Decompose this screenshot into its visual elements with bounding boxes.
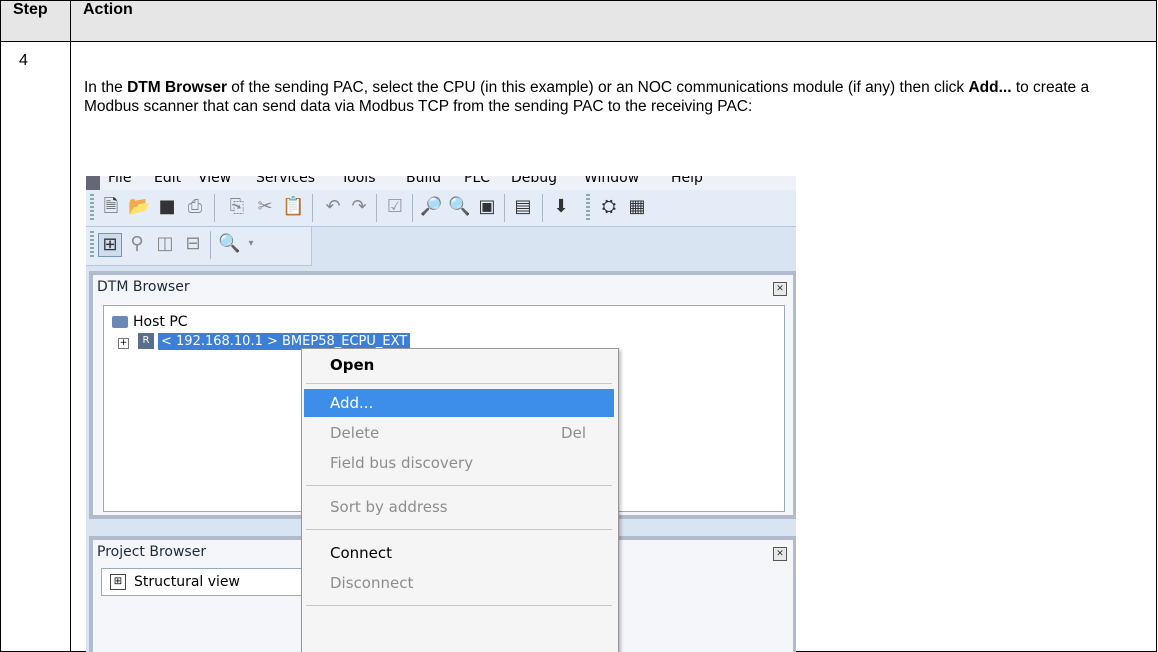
zoom-icon[interactable]: 🔍	[218, 233, 240, 255]
tree-item-host-pc[interactable]: Host PC	[112, 314, 188, 330]
delete-shortcut: Del	[561, 424, 586, 442]
menu-view[interactable]: View	[198, 176, 231, 186]
menu-item-disconnect[interactable]: Disconnect	[304, 569, 614, 597]
structural-view-icon[interactable]: ⊞	[98, 233, 122, 257]
context-menu: Open Add... Delete Del Field bus discover…	[301, 348, 619, 652]
library-icon[interactable]: ⛭	[598, 196, 620, 218]
toolbar-separator	[542, 194, 543, 222]
cpu-icon: R	[138, 333, 154, 349]
validate-icon[interactable]: ☑	[384, 196, 406, 218]
toolbar-separator	[504, 194, 505, 222]
screen-icon[interactable]: ▤	[512, 196, 534, 218]
menu-item-field-bus-discovery[interactable]: Field bus discovery	[304, 449, 614, 477]
transfer-icon[interactable]: ⬇	[550, 196, 572, 218]
app-icon	[86, 176, 100, 190]
redo-icon[interactable]: ↷	[348, 196, 370, 218]
zoom-dropdown-icon[interactable]: ▾	[240, 233, 262, 255]
menu-help[interactable]: Help	[671, 176, 703, 186]
action-column-header: Action	[70, 0, 1157, 42]
close-icon[interactable]: ✕	[773, 547, 787, 561]
menu-item-open[interactable]: Open	[304, 351, 614, 379]
procedure-table: Step Action 4 In the DTM Browser of the …	[0, 0, 1157, 652]
dtm-browser-title: DTM Browser	[97, 279, 190, 295]
menu-separator	[306, 529, 612, 530]
find-icon[interactable]: 🔎	[420, 196, 442, 218]
action-cell: In the DTM Browser of the sending PAC, s…	[70, 41, 1157, 652]
menu-separator	[306, 485, 612, 486]
view-toolbar: ⊞ ⚲ ◫ ⊟ 🔍 ▾	[86, 227, 312, 266]
menu-edit[interactable]: Edit	[154, 176, 181, 186]
toolbar-grip[interactable]	[90, 231, 94, 259]
menu-file[interactable]: File	[108, 176, 131, 186]
menu-services[interactable]: Services	[256, 176, 315, 186]
toolbar-separator	[412, 194, 413, 222]
paste-icon[interactable]: 📋	[282, 196, 304, 218]
project-browser-title: Project Browser	[97, 544, 207, 560]
step-column-header: Step	[0, 0, 71, 42]
menu-tools[interactable]: Tools	[341, 176, 376, 186]
control-expert-screenshot: File Edit View Services Tools Build PLC …	[86, 176, 796, 652]
toolbar-separator	[214, 194, 215, 222]
hierarchy-icon[interactable]: ⚲	[126, 233, 148, 255]
menu-item-delete[interactable]: Delete Del	[304, 419, 614, 447]
menu-item-connect[interactable]: Connect	[304, 539, 614, 567]
browse-icon[interactable]: ▣	[476, 196, 498, 218]
toolbar-grip[interactable]	[586, 194, 590, 222]
structural-view-tab[interactable]: ⊞ Structural view	[101, 568, 303, 596]
new-project-icon[interactable]: 🗎	[100, 196, 122, 218]
menu-bar: File Edit View Services Tools Build PLC …	[86, 176, 796, 190]
open-folder-icon[interactable]: 📂	[128, 196, 150, 218]
toolbar-separator	[312, 194, 313, 222]
dtm-browser-term: DTM Browser	[127, 79, 227, 96]
menu-separator	[306, 383, 612, 384]
save-icon[interactable]: ■	[156, 196, 178, 218]
menu-item-sort-by-address[interactable]: Sort by address	[304, 493, 614, 521]
step-number: 4	[0, 41, 71, 652]
menu-plc[interactable]: PLC	[464, 176, 490, 186]
toolbar-grip[interactable]	[90, 194, 94, 222]
print-icon[interactable]: ⎙	[184, 196, 206, 218]
copy-icon[interactable]: ⎘	[226, 196, 248, 218]
main-toolbar: 🗎 📂 ■ ⎙ ⎘ ✂ 📋 ↶ ↷ ☑ 🔎 🔍 ▣ ▤ ⬇ ⛭ ▦	[86, 190, 796, 227]
menu-build[interactable]: Build	[406, 176, 441, 186]
split-horizontal-icon[interactable]: ⊟	[182, 233, 204, 255]
toolbar-separator	[210, 231, 211, 259]
instruction-text: In the DTM Browser of the sending PAC, s…	[84, 79, 1090, 115]
menu-separator	[306, 605, 612, 606]
close-icon[interactable]: ✕	[773, 282, 787, 296]
menu-window[interactable]: Window	[584, 176, 639, 186]
find-replace-icon[interactable]: 🔍	[448, 196, 470, 218]
toolbar-separator	[376, 194, 377, 222]
add-term: Add...	[968, 79, 1012, 96]
calendar-icon[interactable]: ▦	[626, 196, 648, 218]
menu-item-add[interactable]: Add...	[304, 389, 614, 417]
split-vertical-icon[interactable]: ◫	[154, 233, 176, 255]
menu-debug[interactable]: Debug	[511, 176, 557, 186]
structural-view-icon: ⊞	[110, 574, 126, 590]
host-pc-icon	[112, 316, 128, 328]
expand-icon[interactable]: +	[118, 338, 129, 349]
cut-icon[interactable]: ✂	[254, 196, 276, 218]
undo-icon[interactable]: ↶	[322, 196, 344, 218]
